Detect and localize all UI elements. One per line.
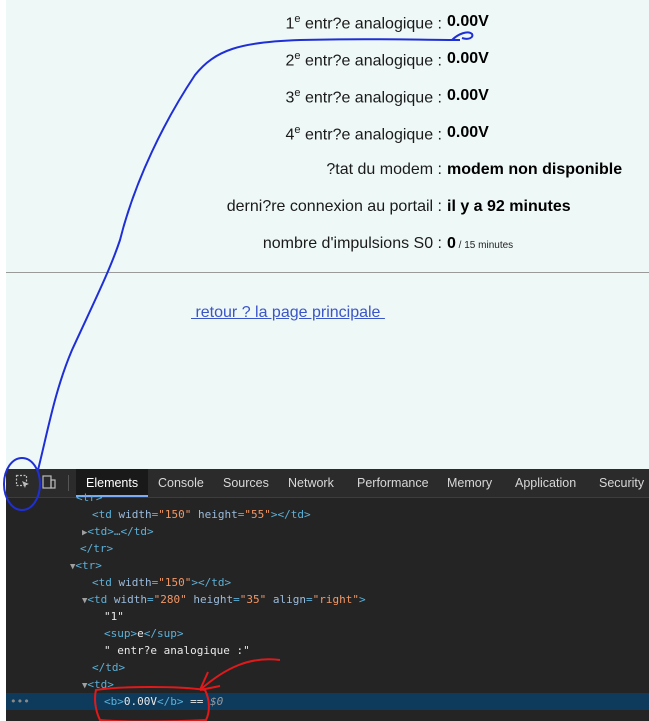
analog-input-value-3: 0.00V xyxy=(447,87,489,104)
device-toolbar-icon[interactable] xyxy=(40,474,58,492)
analog-input-value-2: 0.00V xyxy=(447,50,489,67)
back-to-main-page-link[interactable]: retour ? la page principale xyxy=(191,304,385,322)
analog-input-row-1: 1e entr?e analogique : 0.00V xyxy=(6,13,649,37)
dom-node[interactable]: ▼<td> xyxy=(82,676,649,693)
dom-node[interactable]: ▼<td width="280" height="35" align="righ… xyxy=(82,591,649,608)
s0-pulses-value: 0 / 15 minutes xyxy=(447,235,514,252)
inspect-element-icon[interactable] xyxy=(14,474,32,492)
analog-input-value-1: 0.00V xyxy=(447,13,489,30)
status-page: 1e entr?e analogique : 0.00V 2e entr?e a… xyxy=(6,0,649,469)
dom-tree: <tr> <td width="150" height="55"></td> ▶… xyxy=(6,491,649,721)
more-options-icon[interactable]: ••• xyxy=(10,693,30,710)
horizontal-divider xyxy=(6,272,649,273)
modem-status-row: ?tat du modem : modem non disponible xyxy=(6,161,649,185)
analog-input-label-3: 3e entr?e analogique : xyxy=(285,87,442,107)
analog-input-label-4: 4e entr?e analogique : xyxy=(285,124,442,144)
analog-input-label-1: 1e entr?e analogique : xyxy=(285,13,442,33)
portal-connection-value: il y a 92 minutes xyxy=(447,198,571,215)
dom-node[interactable]: </td> xyxy=(92,659,649,676)
analog-input-row-4: 4e entr?e analogique : 0.00V xyxy=(6,124,649,148)
analog-input-row-2: 2e entr?e analogique : 0.00V xyxy=(6,50,649,74)
dom-node[interactable]: "1" xyxy=(104,608,649,625)
modem-status-value: modem non disponible xyxy=(447,161,623,178)
dom-node-selected[interactable]: ••• <b>0.00V</b> == $0 xyxy=(6,693,649,710)
portal-connection-label: derni?re connexion au portail : xyxy=(226,198,442,215)
s0-pulses-unit: / 15 minutes xyxy=(455,240,514,251)
dom-node[interactable]: ▶<td>…</td> xyxy=(82,523,649,540)
dom-node[interactable]: </tr> xyxy=(80,540,649,557)
modem-status-label: ?tat du modem : xyxy=(326,161,442,178)
s0-pulses-row: nombre d'impulsions S0 : 0 / 15 minutes xyxy=(6,235,649,259)
toolbar-separator xyxy=(68,475,69,491)
portal-connection-row: derni?re connexion au portail : il y a 9… xyxy=(6,198,649,222)
dom-node[interactable]: " entr?e analogique :" xyxy=(104,642,649,659)
s0-pulses-label: nombre d'impulsions S0 : xyxy=(262,235,442,252)
analog-input-value-4: 0.00V xyxy=(447,124,489,141)
dom-node[interactable]: ▼<tr> xyxy=(70,557,649,574)
analog-input-label-2: 2e entr?e analogique : xyxy=(285,50,442,70)
dom-node[interactable]: <tr> xyxy=(76,489,649,506)
dom-node[interactable]: <sup>e</sup> xyxy=(104,625,649,642)
analog-input-row-3: 3e entr?e analogique : 0.00V xyxy=(6,87,649,111)
dom-node[interactable]: <td width="150" height="55"></td> xyxy=(92,506,649,523)
devtools-panel: Elements Console Sources Network Perform… xyxy=(6,469,649,721)
dom-node[interactable]: <td width="150"></td> xyxy=(92,574,649,591)
